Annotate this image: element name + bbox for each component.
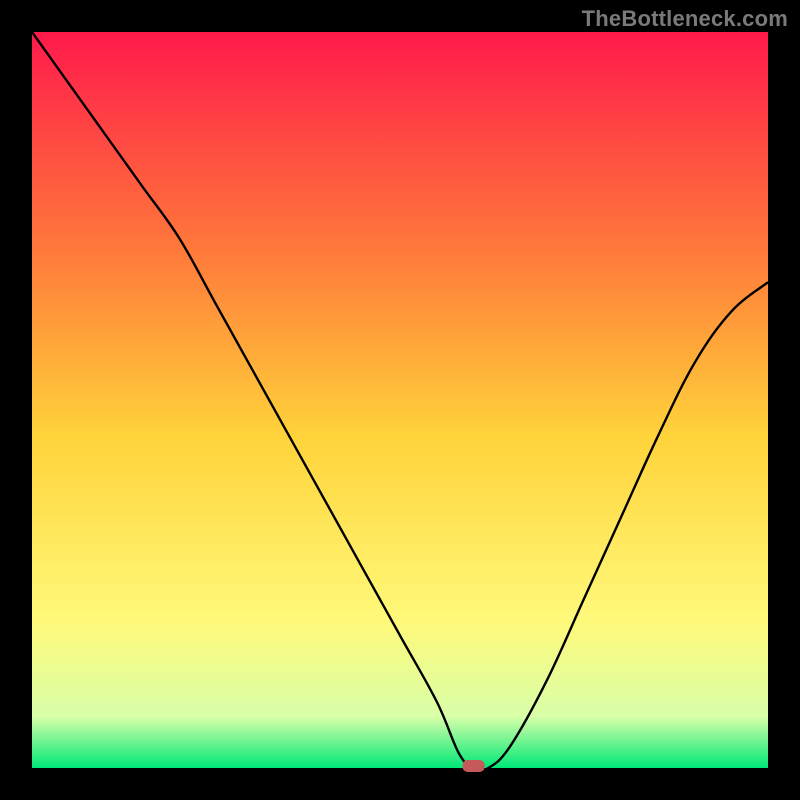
- plot-background: [32, 32, 768, 768]
- chart-frame: TheBottleneck.com: [0, 0, 800, 800]
- bottleneck-chart: [0, 0, 800, 800]
- optimal-point-marker: [463, 760, 485, 772]
